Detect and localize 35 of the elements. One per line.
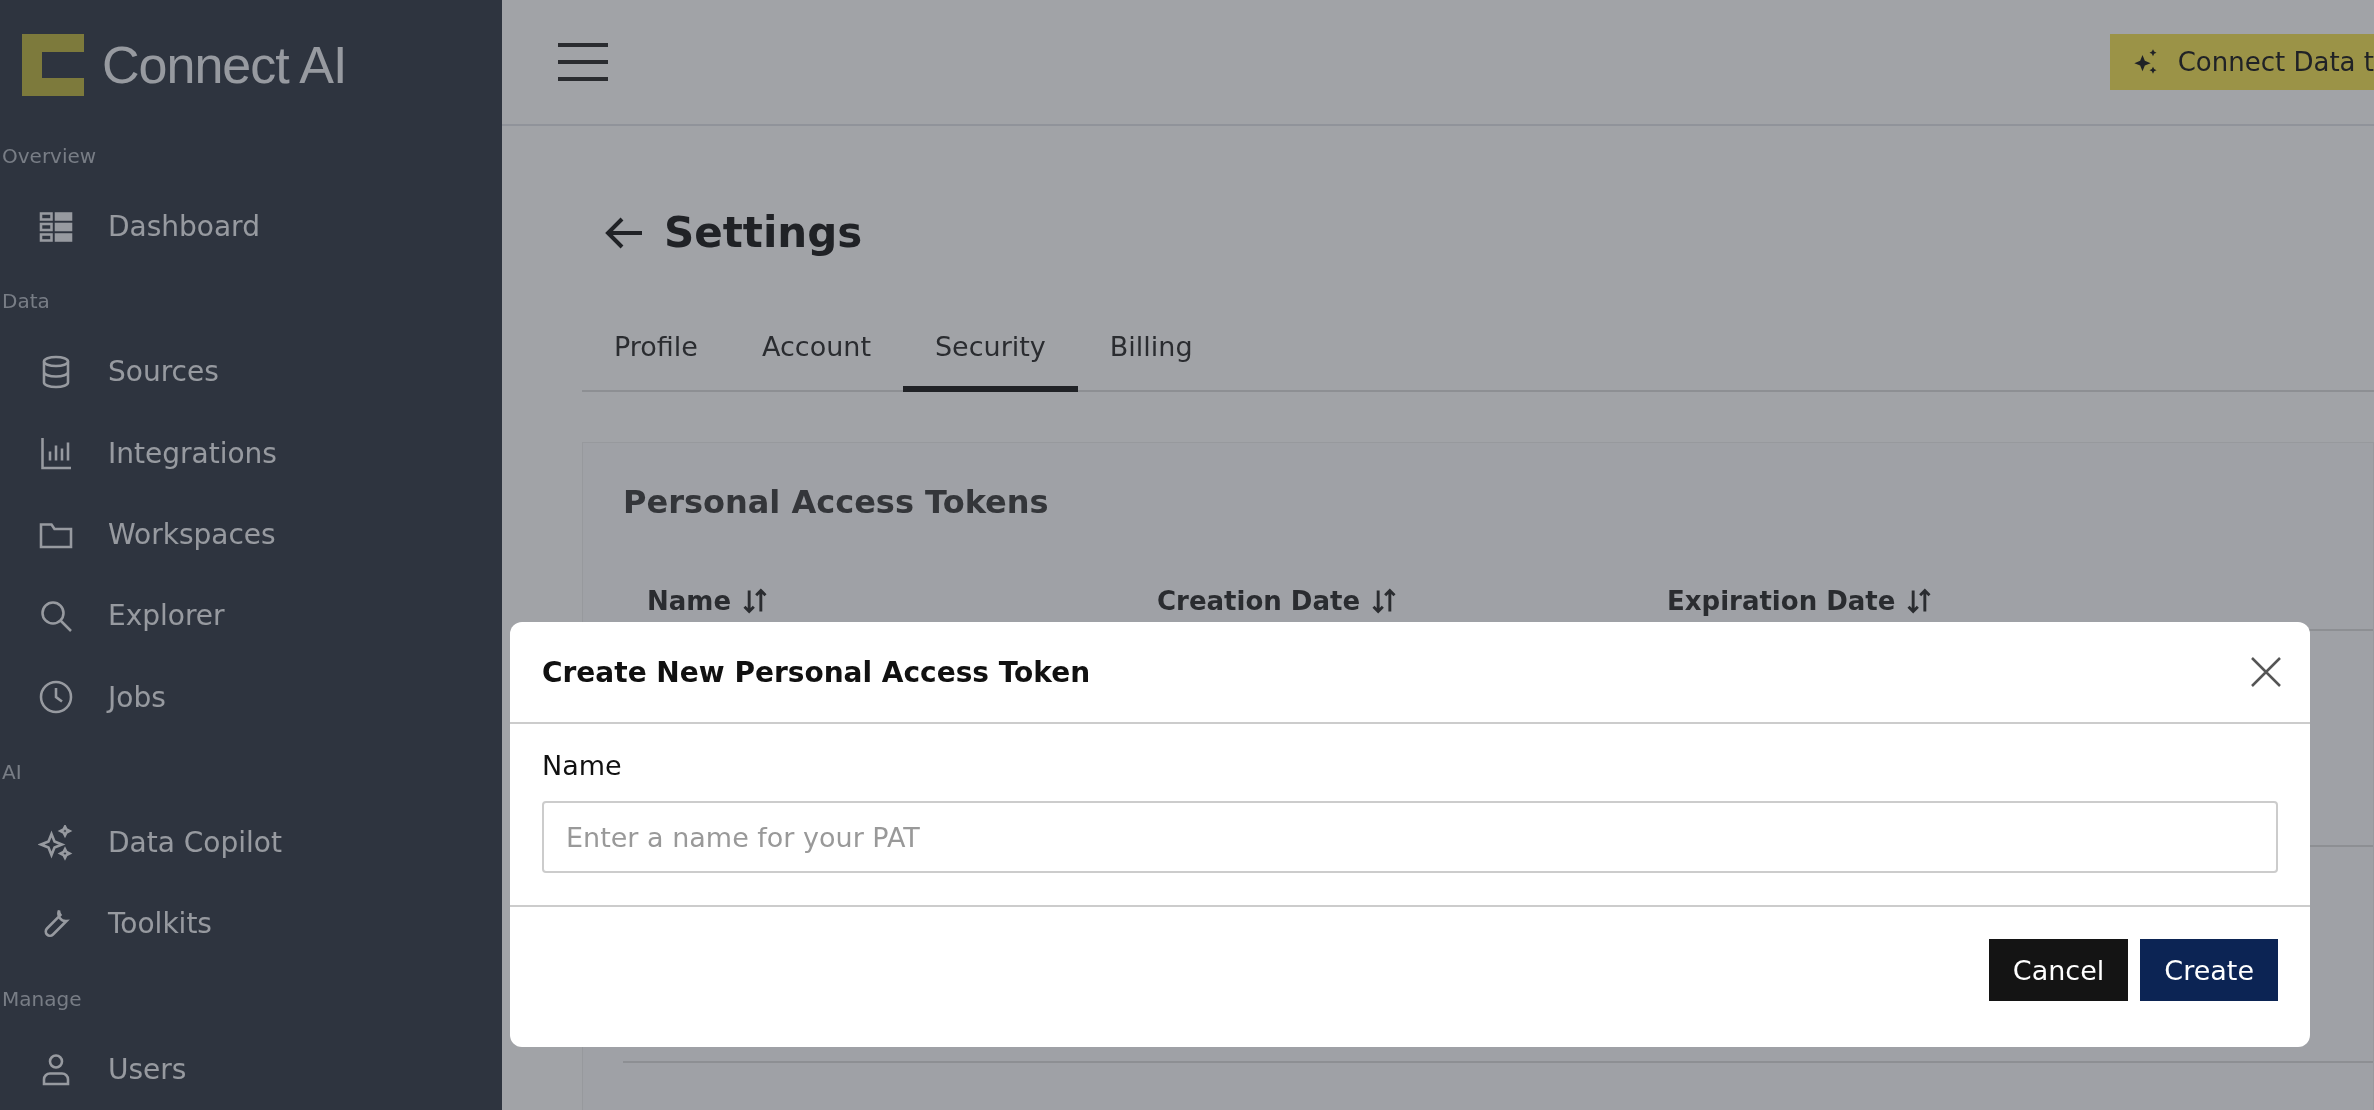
cancel-button[interactable]: Cancel <box>1988 939 2129 1001</box>
tab[interactable]: Security <box>902 313 1078 392</box>
name-input-field[interactable]: Enter a name for your PAT <box>542 801 2278 873</box>
sidebar-item[interactable]: Workspaces <box>108 518 276 552</box>
card-title: Personal Access Tokens <box>623 483 1050 521</box>
sidebar-item[interactable]: Integrations <box>108 436 277 470</box>
sidebar-section-label: Overview <box>1 144 98 168</box>
column-header[interactable]: Creation Date <box>1157 586 1361 616</box>
sidebar-item[interactable]: Explorer <box>108 599 225 633</box>
sidebar-section-label: Data <box>1 289 51 314</box>
sidebar-section-label: Manage <box>1 986 83 1011</box>
tab[interactable]: Account <box>729 313 903 392</box>
sidebar-item[interactable]: Data Copilot <box>108 826 282 860</box>
sidebar-item[interactable]: Jobs <box>108 680 166 714</box>
column-header[interactable]: Name <box>647 586 732 616</box>
tab[interactable]: Billing <box>1077 313 1225 392</box>
clock-icon <box>38 679 74 716</box>
logo-text: Connect AI <box>102 35 347 95</box>
sidebar-item[interactable]: Toolkits <box>108 907 212 941</box>
field-label: Name <box>542 750 623 781</box>
sidebar-section-label: AI <box>1 759 23 784</box>
column-header[interactable]: Expiration Date <box>1667 586 1896 616</box>
connect-data-button[interactable]: Connect Data t <box>2109 34 2374 90</box>
bar-chart-icon <box>38 435 74 472</box>
create-button[interactable]: Create <box>2140 939 2278 1001</box>
logo-icon <box>22 34 84 96</box>
sidebar-item[interactable]: Users <box>108 1052 187 1086</box>
sidebar-item[interactable]: Dashboard <box>108 210 260 244</box>
dialog-title: Create New Personal Access Token <box>542 655 1091 689</box>
back-arrow-icon[interactable] <box>604 215 644 250</box>
page-title: Settings <box>664 208 863 257</box>
sidebar-item[interactable]: Sources <box>108 355 219 389</box>
menu-icon[interactable] <box>558 42 608 82</box>
sparkle-icon <box>38 824 74 861</box>
tab[interactable]: Profile <box>582 313 730 392</box>
